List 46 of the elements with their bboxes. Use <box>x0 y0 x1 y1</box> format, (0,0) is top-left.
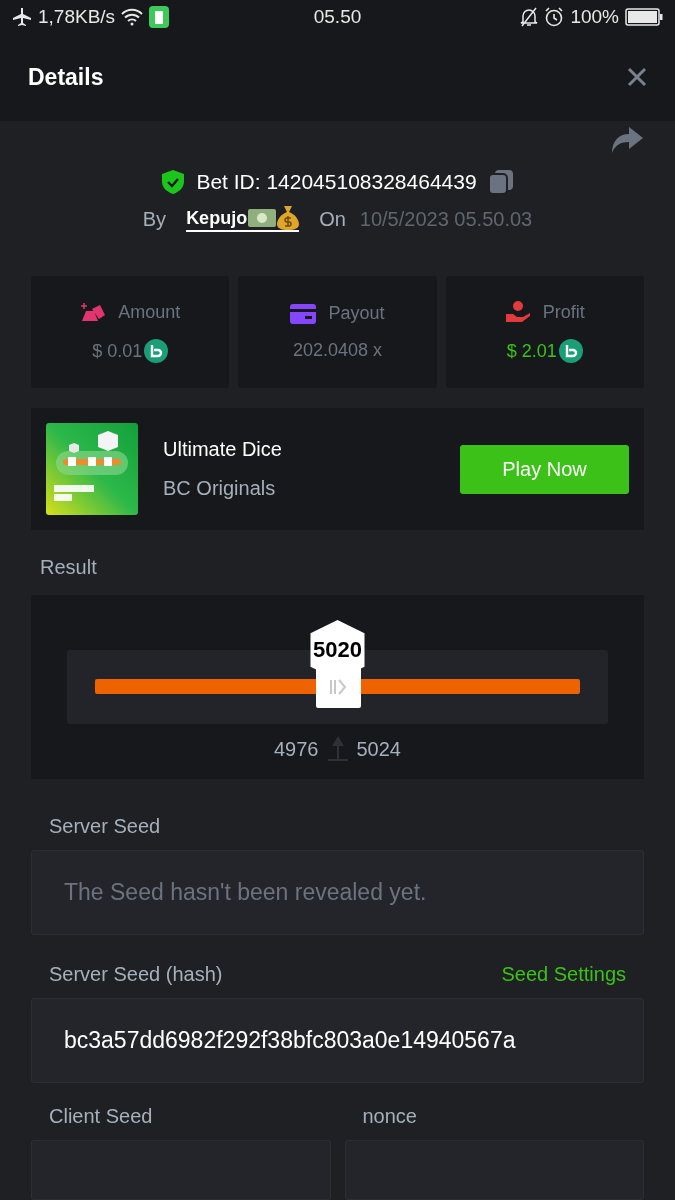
hand-person-icon <box>504 301 531 323</box>
stat-value: $ 2.01 <box>506 340 557 362</box>
up-arrow-icon <box>326 736 349 762</box>
dialog-title: Details <box>28 64 104 91</box>
seed-settings-link[interactable]: Seed Settings <box>501 963 626 986</box>
server-hash-label: Server Seed (hash) <box>49 963 223 986</box>
battery-saver-icon <box>149 5 170 28</box>
coin-icon <box>558 339 583 363</box>
close-icon[interactable] <box>627 67 647 88</box>
coin-icon <box>144 339 169 363</box>
stat-label: Payout <box>328 303 385 324</box>
grip-arrow-icon <box>328 677 348 696</box>
nonce-label: nonce <box>362 1105 417 1128</box>
range-low: 4976 <box>274 737 319 761</box>
battery-icon <box>625 7 663 26</box>
server-seed-label: Server Seed <box>49 815 161 838</box>
game-title: Ultimate Dice <box>163 438 282 461</box>
on-label: On <box>319 207 346 231</box>
alarm-clock-icon <box>544 6 565 27</box>
stat-value: $ 0.01 <box>92 340 143 362</box>
bet-id: Bet ID: 142045108328464439 <box>196 170 477 194</box>
slider-thumb[interactable] <box>315 665 361 708</box>
network-speed: 1,78KB/s <box>38 5 116 28</box>
game-provider: BC Originals <box>163 477 277 500</box>
airplane-icon <box>12 7 32 26</box>
stat-value: 202.0408 x <box>292 340 383 361</box>
card-icon <box>290 303 317 324</box>
bet-date: 10/5/2023 05.50.03 <box>359 207 533 231</box>
share-icon[interactable] <box>611 127 643 154</box>
stat-label: Amount <box>118 301 181 323</box>
server-hash-field[interactable]: bc3a57dd6982f292f38bfc803a0e14940567a <box>31 998 644 1083</box>
client-seed-label: Client Seed <box>49 1105 153 1128</box>
copy-icon[interactable] <box>488 170 513 194</box>
result-label: Result <box>39 556 98 579</box>
battery-percent: 100% <box>570 5 619 28</box>
shield-check-icon <box>162 170 185 194</box>
clock-time: 05.50 <box>313 5 362 28</box>
by-label: By <box>142 207 167 231</box>
money-bag-icon <box>277 206 300 230</box>
username-link[interactable]: Kepujo <box>186 207 248 229</box>
wifi-icon <box>121 7 144 26</box>
bell-off-icon <box>520 6 539 27</box>
banknote-icon <box>248 209 277 227</box>
ingots-icon <box>80 301 107 323</box>
range-high: 5024 <box>356 737 401 761</box>
stat-label: Profit <box>542 301 585 323</box>
